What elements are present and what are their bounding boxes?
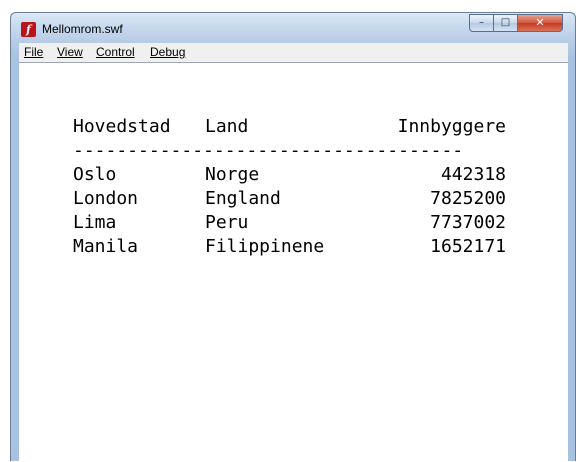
menu-file[interactable]: File bbox=[24, 45, 43, 59]
table-row-city: London bbox=[73, 188, 139, 209]
menu-view[interactable]: View bbox=[57, 45, 83, 59]
table-row-city: Manila bbox=[73, 236, 139, 257]
table-row-country: Filippinene bbox=[205, 236, 325, 257]
separator-line: ------------------------------------ bbox=[73, 140, 464, 161]
minimize-button[interactable]: – bbox=[469, 14, 494, 32]
table-row-population: 442318 bbox=[440, 164, 506, 185]
flash-player-icon: f bbox=[21, 22, 36, 37]
app-window: f Mellomrom.swf – □ ✕ File View Control … bbox=[10, 12, 576, 462]
menu-control[interactable]: Control bbox=[96, 45, 135, 59]
table-row-country: Peru bbox=[205, 212, 249, 233]
title-bar[interactable]: f Mellomrom.swf – □ ✕ bbox=[11, 13, 575, 43]
table-row-population: 7825200 bbox=[430, 188, 506, 209]
table-row-city: Oslo bbox=[73, 164, 117, 185]
close-button[interactable]: ✕ bbox=[517, 14, 563, 32]
menu-bar: File View Control Debug bbox=[19, 43, 568, 63]
table-row-city: Lima bbox=[73, 212, 117, 233]
table-row-country: Norge bbox=[205, 164, 260, 185]
swf-content-area: Hovedstad Land Innbyggere --------------… bbox=[19, 63, 568, 462]
maximize-button[interactable]: □ bbox=[493, 14, 518, 32]
header-population: Innbyggere bbox=[397, 116, 506, 137]
table-row-population: 1652171 bbox=[430, 236, 506, 257]
header-country: Land bbox=[205, 116, 249, 137]
table-row-country: England bbox=[205, 188, 281, 209]
header-city: Hovedstad bbox=[73, 116, 171, 137]
table-row-population: 7737002 bbox=[430, 212, 506, 233]
menu-debug[interactable]: Debug bbox=[150, 45, 185, 59]
window-title: Mellomrom.swf bbox=[42, 22, 123, 36]
